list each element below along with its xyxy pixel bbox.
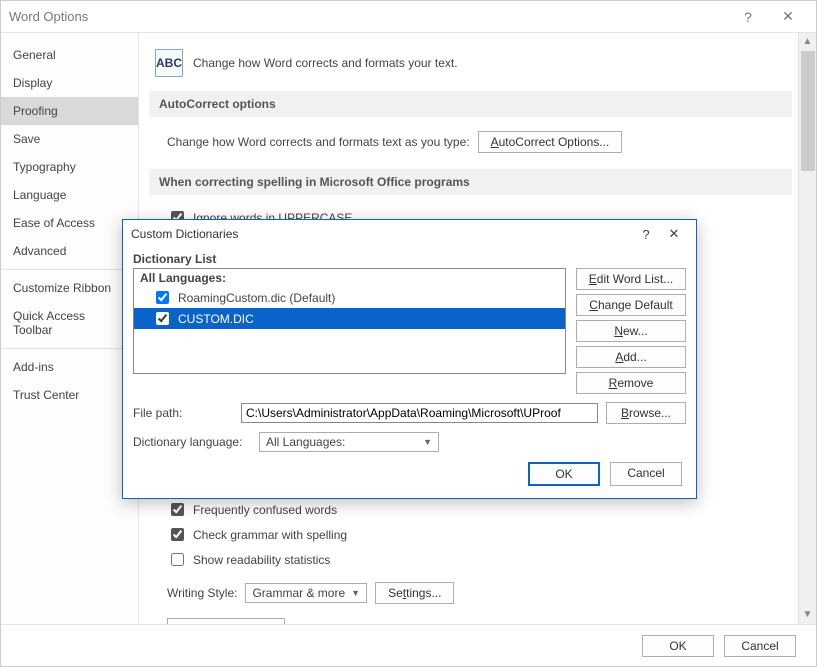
close-icon[interactable]: ✕ (660, 226, 688, 242)
browse-button[interactable]: Browse... (606, 402, 686, 424)
titlebar: Word Options ? ✕ (1, 1, 816, 33)
modal-body: Dictionary List All Languages: RoamingCu… (123, 248, 696, 498)
modal-ok-button[interactable]: OK (528, 462, 600, 486)
add-button[interactable]: Add... (576, 346, 686, 368)
proofing-icon: ABC (155, 49, 183, 77)
freq-confused-input[interactable] (171, 503, 184, 516)
sidebar-item-add-ins[interactable]: Add-ins (1, 353, 138, 381)
sidebar-item-trust-center[interactable]: Trust Center (1, 381, 138, 409)
change-default-button[interactable]: Change Default (576, 294, 686, 316)
custom-dictionaries-dialog: Custom Dictionaries ? ✕ Dictionary List … (122, 219, 697, 499)
cancel-button[interactable]: Cancel (724, 635, 796, 657)
window-title: Word Options (9, 9, 728, 24)
sidebar-item-display[interactable]: Display (1, 69, 138, 97)
scroll-up-icon[interactable]: ▲ (799, 33, 816, 51)
sidebar-separator (1, 348, 138, 349)
sidebar-item-save[interactable]: Save (1, 125, 138, 153)
show-readability-input[interactable] (171, 553, 184, 566)
help-icon[interactable]: ? (632, 227, 660, 242)
modal-titlebar: Custom Dictionaries ? ✕ (123, 220, 696, 248)
dictionary-buttons: Edit Word List... Change Default New... … (576, 268, 686, 394)
sidebar-item-proofing[interactable]: Proofing (1, 97, 138, 125)
sidebar-item-advanced[interactable]: Advanced (1, 237, 138, 265)
check-grammar-checkbox[interactable]: Check grammar with spelling (149, 522, 792, 547)
show-readability-label: Show readability statistics (193, 553, 330, 567)
sidebar-item-quick-access-toolbar[interactable]: Quick Access Toolbar (1, 302, 138, 344)
check-grammar-input[interactable] (171, 528, 184, 541)
sidebar-item-general[interactable]: General (1, 41, 138, 69)
modal-cancel-button[interactable]: Cancel (610, 462, 682, 486)
writing-style-row: Writing Style: Grammar & more ▼ Settings… (149, 578, 792, 608)
dictionary-list-wrap: All Languages: RoamingCustom.dic (Defaul… (133, 268, 566, 394)
intro: ABC Change how Word corrects and formats… (149, 43, 792, 91)
close-icon[interactable]: ✕ (768, 8, 808, 25)
section-autocorrect-heading: AutoCorrect options (149, 91, 792, 117)
autocorrect-row: Change how Word corrects and formats tex… (149, 127, 792, 157)
freq-confused-label: Frequently confused words (193, 503, 337, 517)
filepath-label: File path: (133, 406, 233, 420)
dictionary-group: All Languages: (134, 269, 565, 287)
help-icon[interactable]: ? (728, 9, 768, 25)
scrollbar[interactable]: ▲ ▼ (798, 33, 816, 624)
sidebar-item-ease-of-access[interactable]: Ease of Access (1, 209, 138, 237)
sidebar-item-typography[interactable]: Typography (1, 153, 138, 181)
dictionary-item-label: RoamingCustom.dic (Default) (178, 291, 335, 305)
settings-button[interactable]: Settings... (375, 582, 454, 604)
intro-text: Change how Word corrects and formats you… (193, 56, 458, 70)
dictionary-item-checkbox[interactable] (156, 291, 169, 304)
edit-word-list-button[interactable]: Edit Word List... (576, 268, 686, 290)
chevron-down-icon: ▼ (351, 588, 360, 598)
section-spelling-heading: When correcting spelling in Microsoft Of… (149, 169, 792, 195)
freq-confused-checkbox[interactable]: Frequently confused words (149, 497, 792, 522)
sidebar-item-language[interactable]: Language (1, 181, 138, 209)
scroll-down-icon[interactable]: ▼ (799, 606, 816, 624)
writing-style-value: Grammar & more (252, 586, 345, 600)
dictlang-label: Dictionary language: (133, 435, 251, 449)
check-grammar-label: Check grammar with spelling (193, 528, 347, 542)
sidebar: General Display Proofing Save Typography… (1, 33, 139, 624)
sidebar-item-customize-ribbon[interactable]: Customize Ribbon (1, 274, 138, 302)
scroll-thumb[interactable] (801, 51, 815, 171)
filepath-row: File path: Browse... (133, 402, 686, 424)
dictionary-row: All Languages: RoamingCustom.dic (Defaul… (133, 268, 686, 394)
modal-title: Custom Dictionaries (131, 227, 632, 241)
check-document-row: Check Document (149, 614, 792, 624)
dictionary-item-selected[interactable]: CUSTOM.DIC (134, 308, 565, 329)
show-readability-checkbox[interactable]: Show readability statistics (149, 547, 792, 572)
writing-style-label: Writing Style: (167, 586, 237, 600)
dictlang-value: All Languages: (266, 435, 417, 449)
dictionary-item-label: CUSTOM.DIC (178, 312, 254, 326)
dictionary-item-checkbox[interactable] (156, 312, 169, 325)
sidebar-separator (1, 269, 138, 270)
ok-button[interactable]: OK (642, 635, 714, 657)
autocorrect-options-button[interactable]: AutoCorrect Options... (478, 131, 623, 153)
word-options-window: Word Options ? ✕ General Display Proofin… (0, 0, 817, 667)
new-button[interactable]: New... (576, 320, 686, 342)
dictlang-select[interactable]: All Languages: ▼ (259, 432, 439, 452)
dictionary-item[interactable]: RoamingCustom.dic (Default) (134, 287, 565, 308)
dictlang-row: Dictionary language: All Languages: ▼ (133, 432, 686, 452)
writing-style-select[interactable]: Grammar & more ▼ (245, 583, 367, 603)
dialog-footer: OK Cancel (1, 624, 816, 666)
modal-footer: OK Cancel (133, 452, 686, 488)
chevron-down-icon: ▼ (423, 437, 432, 447)
autocorrect-label: Change how Word corrects and formats tex… (167, 135, 470, 149)
remove-button[interactable]: Remove (576, 372, 686, 394)
dictionary-list-heading: Dictionary List (133, 252, 686, 266)
dictionary-list[interactable]: All Languages: RoamingCustom.dic (Defaul… (133, 268, 566, 374)
filepath-input[interactable] (241, 403, 598, 423)
